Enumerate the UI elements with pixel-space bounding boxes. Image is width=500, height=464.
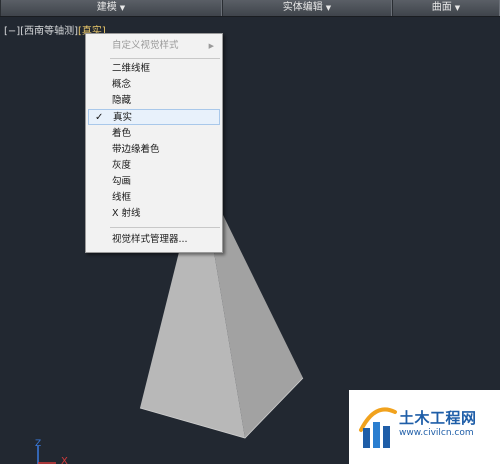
- civilcn-watermark: 土木工程网 www.civilcn.com: [349, 390, 500, 464]
- menu-item-realistic[interactable]: ✓ 真实: [88, 109, 220, 125]
- viewport-controls-button[interactable]: [−]: [4, 26, 20, 37]
- menu-item-shaded[interactable]: 着色: [88, 126, 220, 142]
- ucs-axis-icon: Z X: [35, 439, 68, 464]
- menu-separator: [110, 58, 220, 59]
- menu-item-label: X 射线: [112, 208, 141, 219]
- menu-item-shaded-with-edges[interactable]: 带边缘着色: [88, 142, 220, 158]
- menu-separator: [110, 227, 220, 228]
- menu-item-2d-wireframe[interactable]: 二维线框: [88, 61, 220, 77]
- watermark-brand: 土木工程网: [399, 409, 477, 427]
- menu-item-x-ray[interactable]: X 射线: [88, 206, 220, 222]
- check-icon: ✓: [95, 112, 104, 123]
- menu-item-label: 自定义视觉样式: [112, 40, 179, 51]
- menu-item-label: 概念: [112, 79, 132, 90]
- menu-item-shades-of-gray[interactable]: 灰度: [88, 158, 220, 174]
- menu-item-label: 隐藏: [112, 95, 132, 106]
- menu-item-label: 视觉样式管理器...: [112, 234, 188, 245]
- menu-item-label: 带边缘着色: [112, 144, 160, 155]
- z-axis-label: Z: [35, 439, 41, 449]
- chevron-right-icon: ▶: [208, 42, 214, 50]
- civilcn-logo-icon: [359, 407, 397, 448]
- view-control-button[interactable]: [西南等轴测]: [20, 26, 78, 37]
- watermark-url: www.civilcn.com: [399, 428, 474, 438]
- menu-item-hidden[interactable]: 隐藏: [88, 93, 220, 109]
- menu-item-label: 灰度: [112, 160, 132, 171]
- x-axis-label: X: [61, 456, 68, 464]
- menu-item-label: 线框: [112, 192, 132, 203]
- menu-item-wireframe[interactable]: 线框: [88, 190, 220, 206]
- menu-item-sketchy[interactable]: 勾画: [88, 174, 220, 190]
- menu-item-conceptual[interactable]: 概念: [88, 77, 220, 93]
- menu-item-label: 二维线框: [112, 63, 151, 74]
- menu-item-label: 真实: [113, 112, 133, 123]
- menu-item-label: 勾画: [112, 176, 132, 187]
- visual-style-menu: 自定义视觉样式 ▶ 二维线框 概念 隐藏 ✓ 真实 着色 带边缘着色 灰度 勾画…: [85, 33, 223, 253]
- menu-item-custom-visual-styles[interactable]: 自定义视觉样式 ▶: [88, 38, 220, 54]
- menu-item-label: 着色: [112, 128, 132, 139]
- menu-item-visual-styles-manager[interactable]: 视觉样式管理器...: [88, 232, 220, 248]
